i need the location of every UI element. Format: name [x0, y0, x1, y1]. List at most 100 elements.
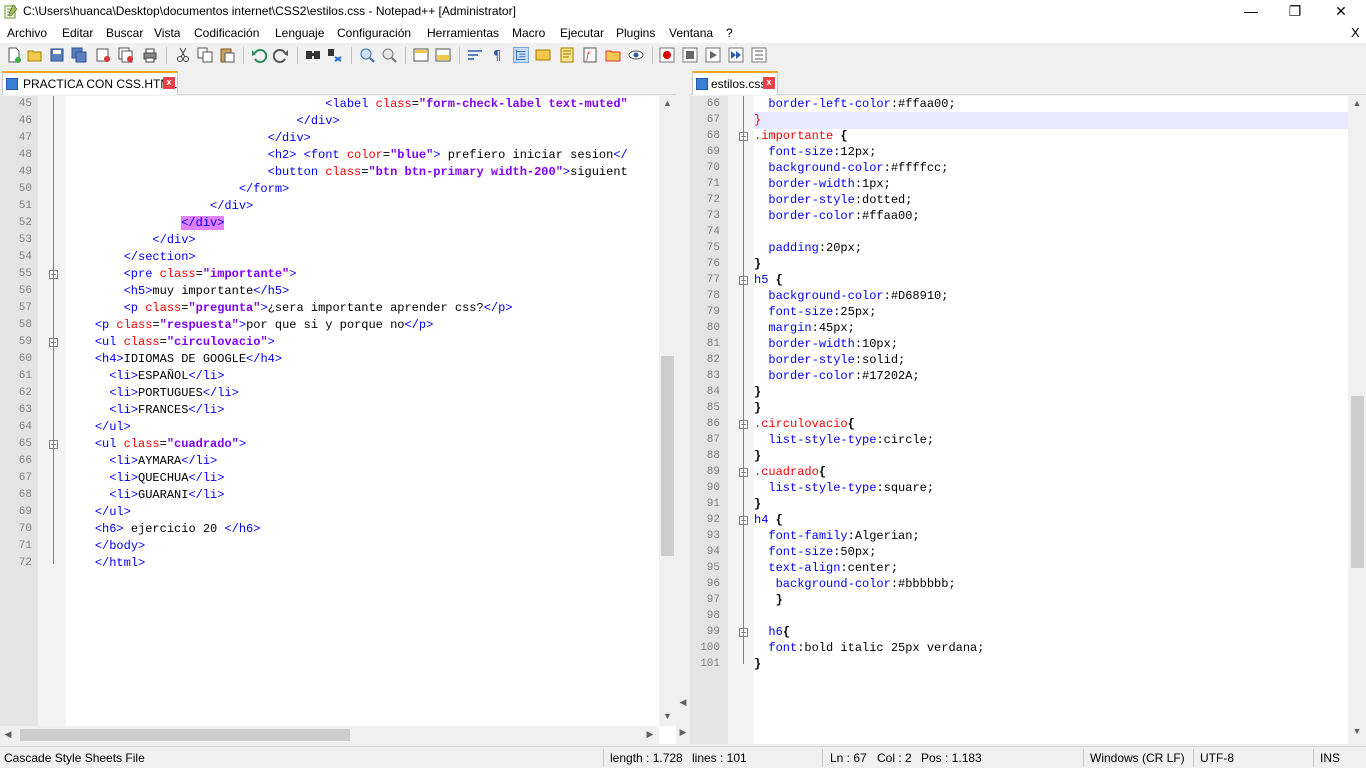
show-all-chars-icon[interactable]: ¶ [489, 47, 505, 63]
menu-codificacion[interactable]: Codificación [194, 26, 259, 40]
replace-icon[interactable] [327, 47, 343, 63]
run-macro-multiple-icon[interactable] [728, 47, 744, 63]
doc-map-icon[interactable] [559, 47, 575, 63]
tab-estilos-css[interactable]: estilos.css x [692, 71, 778, 95]
code-line[interactable]: <li>AYMARA</li> [66, 453, 217, 470]
code-line[interactable]: border-left-color:#ffaa00; [754, 96, 955, 113]
code-line[interactable]: font:bold italic 25px verdana; [754, 640, 984, 657]
code-line[interactable]: } [754, 112, 761, 129]
user-lang-icon[interactable] [535, 47, 551, 63]
horizontal-scrollbar[interactable]: ◀ ▶ [0, 726, 659, 744]
horizontal-scroll-thumb[interactable] [20, 729, 350, 741]
code-line[interactable]: h6{ [754, 624, 790, 641]
code-line[interactable]: font-family:Algerian; [754, 528, 919, 545]
monitor-icon[interactable] [628, 47, 644, 63]
tab-close-icon[interactable]: x [163, 77, 175, 89]
code-line[interactable]: <h6> ejercicio 20 </h6> [66, 521, 261, 538]
code-line[interactable]: <p class="pregunta">¿sera importante apr… [66, 300, 513, 317]
code-line[interactable]: <li>FRANCES</li> [66, 402, 224, 419]
code-line[interactable]: </section> [66, 249, 196, 266]
restore-button[interactable]: ❐ [1272, 0, 1318, 23]
menu-macro[interactable]: Macro [512, 26, 545, 40]
code-line[interactable]: border-width:1px; [754, 176, 890, 193]
folder-workspace-icon[interactable] [605, 47, 621, 63]
code-line[interactable]: h4 { [754, 512, 783, 529]
code-line[interactable]: .cuadrado{ [754, 464, 826, 481]
code-line[interactable]: .circulovacio{ [754, 416, 855, 433]
menu-ejecutar[interactable]: Ejecutar [560, 26, 604, 40]
code-line[interactable]: border-color:#ffaa00; [754, 208, 919, 225]
zoom-in-icon[interactable] [359, 47, 375, 63]
code-line[interactable]: h5 { [754, 272, 783, 289]
code-line[interactable]: </div> [66, 198, 253, 215]
code-line[interactable]: </div> [66, 215, 225, 232]
code-line[interactable]: <button class="btn btn-primary width-200… [66, 164, 628, 181]
open-file-icon[interactable] [27, 47, 43, 63]
code-line[interactable]: list-style-type:circle; [754, 432, 934, 449]
menu-ventana[interactable]: Ventana [669, 26, 713, 40]
paste-icon[interactable] [219, 47, 235, 63]
code-line[interactable]: <pre class="importante"> [66, 266, 297, 283]
play-macro-icon[interactable] [705, 47, 721, 63]
code-line[interactable]: </body> [66, 538, 145, 555]
vertical-scrollbar[interactable]: ▲ ▼ [1348, 96, 1366, 744]
scroll-right-arrow-icon[interactable]: ▶ [644, 729, 656, 740]
close-icon[interactable] [95, 47, 111, 63]
vertical-scrollbar[interactable]: ▲ ▼ [659, 96, 676, 726]
code-line[interactable]: <li>PORTUGUES</li> [66, 385, 239, 402]
code-line[interactable]: background-color:#ffffcc; [754, 160, 948, 177]
close-all-icon[interactable] [118, 47, 134, 63]
print-icon[interactable] [142, 47, 158, 63]
menu-configuracion[interactable]: Configuración [337, 26, 411, 40]
code-line[interactable]: </div> [66, 113, 339, 130]
left-editor[interactable]: 45 46 47 48 49 50 51 52 53 54 55 56 57 58 59 60 61 62 63 64… [0, 96, 676, 744]
menu-herramientas[interactable]: Herramientas [427, 26, 499, 40]
close-document-button[interactable]: X [1351, 25, 1360, 40]
record-macro-icon[interactable] [659, 47, 675, 63]
code-line[interactable]: } [754, 592, 783, 609]
code-line[interactable]: background-color:#D68910; [754, 288, 948, 305]
code-line[interactable]: border-style:solid; [754, 352, 905, 369]
scroll-up-arrow-icon[interactable]: ▲ [659, 98, 676, 108]
redo-icon[interactable] [273, 47, 289, 63]
code-line[interactable]: font-size:12px; [754, 144, 876, 161]
code-line[interactable]: <li>ESPAÑOL</li> [66, 368, 224, 385]
scroll-down-arrow-icon[interactable]: ▼ [1348, 726, 1366, 736]
code-line[interactable]: text-align:center; [754, 560, 898, 577]
code-line[interactable]: .importante { [754, 128, 848, 145]
menu-buscar[interactable]: Buscar [106, 26, 143, 40]
vertical-scroll-thumb[interactable] [1351, 396, 1364, 568]
splitter-right-arrow-icon[interactable]: ▶ [677, 727, 689, 738]
pane-splitter[interactable]: ◀ ▶ [676, 67, 690, 744]
sync-horizontal-icon[interactable] [435, 47, 451, 63]
code-line[interactable]: } [754, 384, 761, 401]
code-line[interactable]: } [754, 496, 761, 513]
code-area[interactable]: <label class="form-check-label text-mute… [66, 96, 659, 726]
save-macro-icon[interactable] [751, 47, 767, 63]
save-icon[interactable] [49, 47, 65, 63]
scroll-left-arrow-icon[interactable]: ◀ [2, 729, 14, 740]
code-line[interactable]: </html> [66, 555, 145, 572]
zoom-out-icon[interactable] [381, 47, 397, 63]
menu-editar[interactable]: Editar [62, 26, 93, 40]
code-line[interactable]: <li>GUARANI</li> [66, 487, 224, 504]
code-line[interactable]: border-style:dotted; [754, 192, 912, 209]
new-file-icon[interactable] [6, 47, 22, 63]
code-line[interactable]: <li>QUECHUA</li> [66, 470, 224, 487]
menu-vista[interactable]: Vista [154, 26, 180, 40]
function-list-icon[interactable]: f [582, 47, 598, 63]
menu-help[interactable]: ? [726, 26, 733, 40]
code-line[interactable]: background-color:#bbbbbb; [754, 576, 956, 593]
code-line[interactable]: } [754, 448, 761, 465]
code-line[interactable]: list-style-type:square; [754, 480, 934, 497]
right-editor[interactable]: 66 67 68 69 70 71 72 73 74 75 76 77 78 79 80 81 82 83 84 85… [690, 96, 1366, 744]
vertical-scroll-thumb[interactable] [661, 356, 674, 556]
code-line[interactable]: } [754, 256, 761, 273]
code-line[interactable]: margin:45px; [754, 320, 854, 337]
find-icon[interactable] [305, 47, 321, 63]
code-line[interactable]: <h5>muy importante</h5> [66, 283, 290, 300]
minimize-button[interactable]: — [1228, 0, 1274, 23]
sync-vertical-icon[interactable] [413, 47, 429, 63]
code-line[interactable]: </div> [66, 232, 195, 249]
code-line[interactable]: } [754, 656, 761, 673]
